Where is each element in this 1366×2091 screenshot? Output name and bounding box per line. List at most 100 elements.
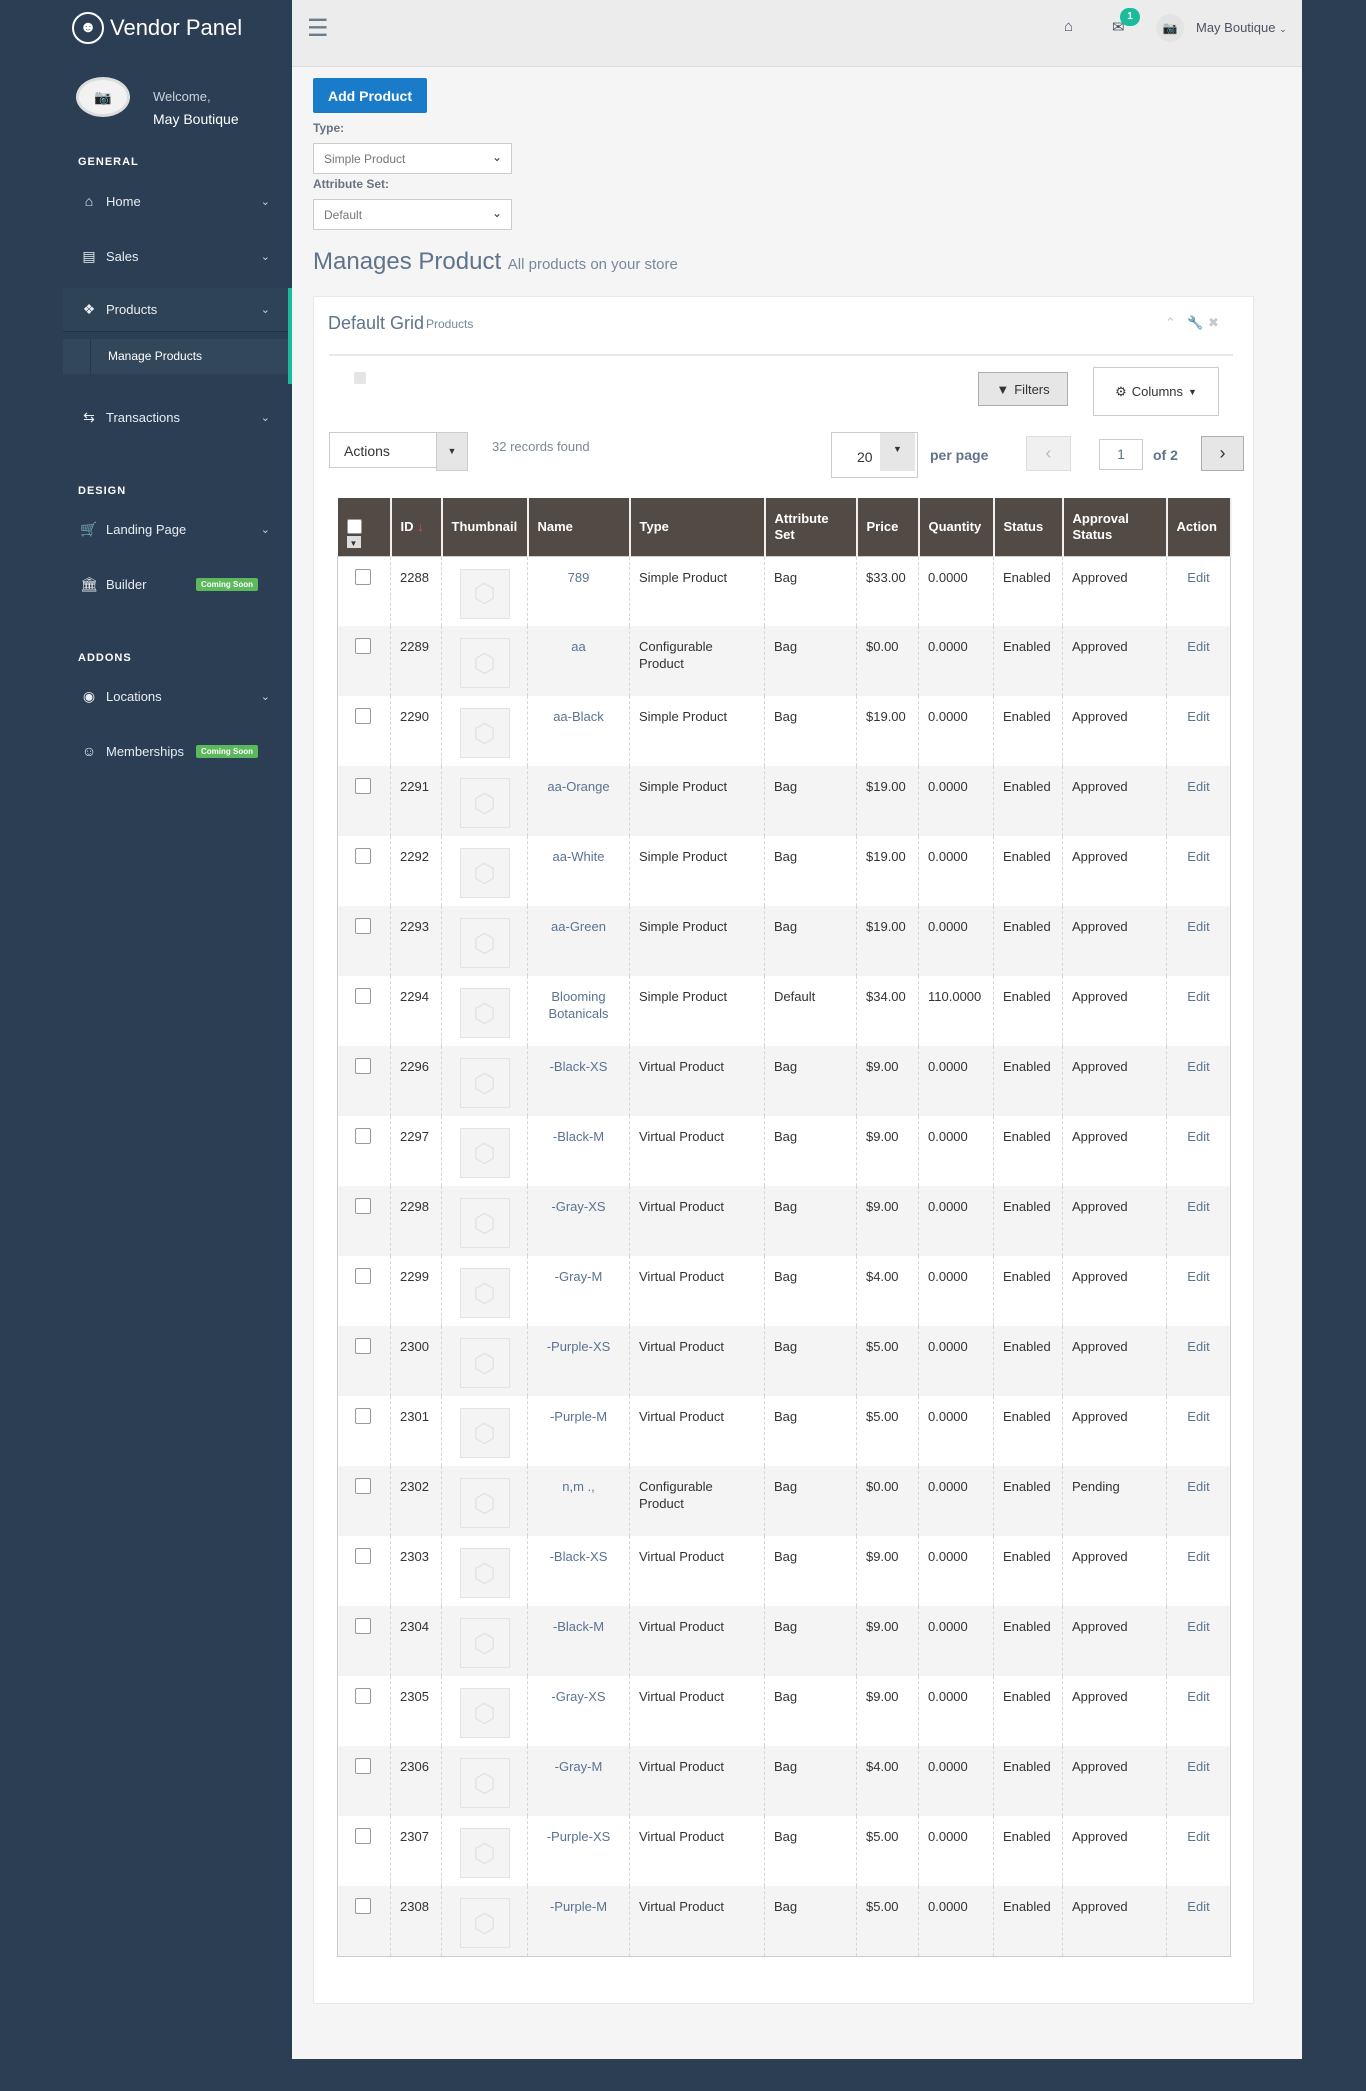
product-name-link[interactable]: Blooming Botanicals bbox=[537, 988, 620, 1022]
edit-link[interactable]: Edit bbox=[1176, 1758, 1221, 1775]
edit-link[interactable]: Edit bbox=[1176, 1058, 1221, 1075]
product-name-link[interactable]: -Purple-M bbox=[537, 1408, 620, 1425]
row-checkbox[interactable] bbox=[355, 1688, 371, 1704]
column-header-id[interactable]: ID ↓ bbox=[390, 498, 443, 556]
per-page-select[interactable]: 20 ▼ bbox=[831, 432, 918, 478]
product-name-link[interactable]: -Gray-M bbox=[537, 1268, 620, 1285]
product-name-link[interactable]: -Black-XS bbox=[537, 1548, 620, 1565]
product-name-link[interactable]: -Purple-XS bbox=[537, 1338, 620, 1355]
column-header-name[interactable]: Name bbox=[527, 498, 631, 556]
brand-logo[interactable]: ☻ Vendor Panel bbox=[72, 12, 242, 44]
column-header-action[interactable]: Action bbox=[1166, 498, 1232, 556]
product-name-link[interactable]: -Gray-XS bbox=[537, 1198, 620, 1215]
column-header-status[interactable]: Status bbox=[993, 498, 1064, 556]
row-checkbox[interactable] bbox=[355, 1898, 371, 1914]
row-checkbox[interactable] bbox=[355, 1058, 371, 1074]
sidebar-item-builder[interactable]: 🏛 Builder Coming Soon bbox=[63, 562, 288, 606]
product-name-link[interactable]: -Gray-M bbox=[537, 1758, 620, 1775]
select-all-header[interactable]: ▼ bbox=[337, 498, 392, 556]
edit-link[interactable]: Edit bbox=[1176, 1828, 1221, 1845]
user-menu[interactable]: May Boutique ⌄ bbox=[1196, 20, 1287, 35]
row-checkbox[interactable] bbox=[355, 1338, 371, 1354]
row-checkbox[interactable] bbox=[355, 778, 371, 794]
menu-toggle-icon[interactable]: ☰ bbox=[307, 17, 329, 41]
edit-link[interactable]: Edit bbox=[1176, 848, 1221, 865]
sidebar-item-sales[interactable]: ▤ Sales ⌄ bbox=[63, 234, 288, 278]
row-checkbox[interactable] bbox=[355, 988, 371, 1004]
edit-link[interactable]: Edit bbox=[1176, 988, 1221, 1005]
edit-link[interactable]: Edit bbox=[1176, 569, 1221, 586]
edit-link[interactable]: Edit bbox=[1176, 1618, 1221, 1635]
sidebar-item-locations[interactable]: ◉ Locations ⌄ bbox=[63, 674, 288, 718]
edit-link[interactable]: Edit bbox=[1176, 1688, 1221, 1705]
edit-link[interactable]: Edit bbox=[1176, 708, 1221, 725]
edit-link[interactable]: Edit bbox=[1176, 778, 1221, 795]
row-checkbox[interactable] bbox=[355, 1268, 371, 1284]
product-name-link[interactable]: -Purple-M bbox=[537, 1898, 620, 1915]
row-checkbox[interactable] bbox=[355, 1618, 371, 1634]
home-icon[interactable]: ⌂ bbox=[1064, 18, 1073, 35]
attribute-set-select[interactable]: Default ⌄ bbox=[313, 199, 512, 230]
collapse-icon[interactable]: ⌃ bbox=[1165, 315, 1176, 331]
product-name-link[interactable]: aa-Orange bbox=[537, 778, 620, 795]
product-name-link[interactable]: aa bbox=[537, 638, 620, 655]
row-checkbox[interactable] bbox=[355, 918, 371, 934]
row-checkbox[interactable] bbox=[355, 1408, 371, 1424]
column-header-price[interactable]: Price bbox=[856, 498, 920, 556]
row-checkbox[interactable] bbox=[355, 1548, 371, 1564]
product-name-link[interactable]: -Black-XS bbox=[537, 1058, 620, 1075]
edit-link[interactable]: Edit bbox=[1176, 1338, 1221, 1355]
row-checkbox[interactable] bbox=[355, 1828, 371, 1844]
filters-button[interactable]: ▼ Filters bbox=[978, 372, 1068, 406]
product-name-link[interactable]: -Black-M bbox=[537, 1128, 620, 1145]
column-header-thumbnail[interactable]: Thumbnail bbox=[441, 498, 529, 556]
caret-down-icon[interactable]: ▼ bbox=[346, 536, 361, 549]
sidebar-item-home[interactable]: ⌂ Home ⌄ bbox=[63, 179, 288, 223]
edit-link[interactable]: Edit bbox=[1176, 1268, 1221, 1285]
product-name-link[interactable]: n,m ., bbox=[537, 1478, 620, 1495]
edit-link[interactable]: Edit bbox=[1176, 918, 1221, 935]
column-header-approval-status[interactable]: Approval Status bbox=[1062, 498, 1168, 556]
row-checkbox[interactable] bbox=[355, 1128, 371, 1144]
row-checkbox[interactable] bbox=[355, 708, 371, 724]
product-name-link[interactable]: 789 bbox=[537, 569, 620, 586]
grid-option-icon[interactable] bbox=[354, 372, 366, 384]
user-avatar[interactable]: 📷 bbox=[1156, 14, 1184, 42]
sidebar-subitem-manage-products[interactable]: Manage Products bbox=[63, 339, 288, 374]
product-name-link[interactable]: aa-White bbox=[537, 848, 620, 865]
product-name-link[interactable]: aa-Black bbox=[537, 708, 620, 725]
prev-page-button[interactable]: ‹ bbox=[1026, 436, 1071, 471]
edit-link[interactable]: Edit bbox=[1176, 638, 1221, 655]
type-select[interactable]: Simple Product ⌄ bbox=[313, 143, 512, 174]
row-checkbox[interactable] bbox=[355, 1478, 371, 1494]
product-name-link[interactable]: -Black-M bbox=[537, 1618, 620, 1635]
edit-link[interactable]: Edit bbox=[1176, 1408, 1221, 1425]
edit-link[interactable]: Edit bbox=[1176, 1478, 1221, 1495]
wrench-icon[interactable]: 🔧 bbox=[1187, 315, 1203, 331]
row-checkbox[interactable] bbox=[355, 1198, 371, 1214]
edit-link[interactable]: Edit bbox=[1176, 1548, 1221, 1565]
column-header-type[interactable]: Type bbox=[629, 498, 766, 556]
sidebar-item-landing-page[interactable]: 🛒 Landing Page ⌄ bbox=[63, 507, 288, 551]
product-name-link[interactable]: -Gray-XS bbox=[537, 1688, 620, 1705]
actions-select[interactable]: Actions ▼ bbox=[329, 432, 468, 471]
edit-link[interactable]: Edit bbox=[1176, 1198, 1221, 1215]
edit-link[interactable]: Edit bbox=[1176, 1898, 1221, 1915]
sidebar-item-products[interactable]: ❖ Products ⌄ bbox=[63, 288, 288, 332]
row-checkbox[interactable] bbox=[355, 1758, 371, 1774]
sidebar-item-memberships[interactable]: ☺ Memberships Coming Soon bbox=[63, 729, 288, 773]
next-page-button[interactable]: › bbox=[1201, 436, 1244, 471]
row-checkbox[interactable] bbox=[355, 848, 371, 864]
columns-button[interactable]: ⚙ Columns ▼ bbox=[1093, 367, 1219, 416]
edit-link[interactable]: Edit bbox=[1176, 1128, 1221, 1145]
add-product-button[interactable]: Add Product bbox=[313, 78, 427, 113]
column-header-quantity[interactable]: Quantity bbox=[918, 498, 995, 556]
product-name-link[interactable]: -Purple-XS bbox=[537, 1828, 620, 1845]
column-header-attribute-set[interactable]: Attribute Set bbox=[764, 498, 858, 556]
close-icon[interactable]: ✖ bbox=[1208, 315, 1219, 331]
product-name-link[interactable]: aa-Green bbox=[537, 918, 620, 935]
page-input[interactable]: 1 bbox=[1099, 439, 1143, 470]
row-checkbox[interactable] bbox=[355, 638, 371, 654]
row-checkbox[interactable] bbox=[355, 568, 371, 585]
sidebar-item-transactions[interactable]: ⇆ Transactions ⌄ bbox=[63, 395, 288, 439]
